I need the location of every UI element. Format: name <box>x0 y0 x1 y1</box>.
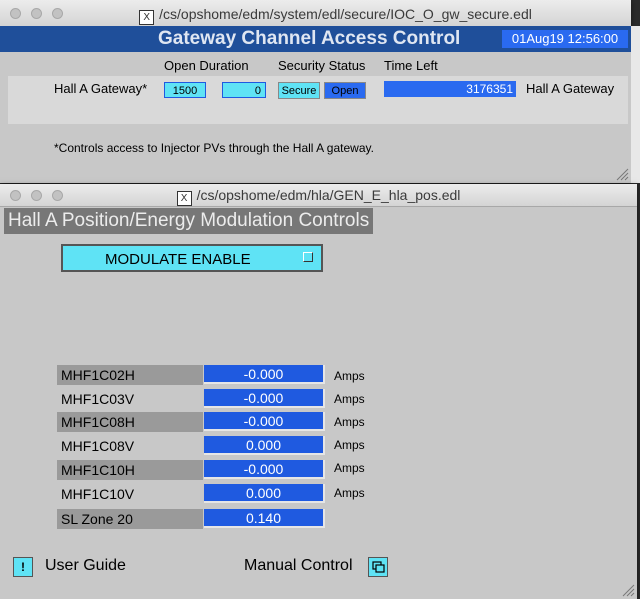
secure-button[interactable]: Secure <box>278 82 320 99</box>
pv-value-display: -0.000 <box>204 412 325 431</box>
security-status-header: Security Status <box>278 58 366 73</box>
modulation-window-titlebar[interactable]: X/cs/opshome/edm/hla/GEN_E_hla_pos.edl <box>0 184 637 207</box>
resize-grip-icon[interactable] <box>615 167 629 181</box>
pv-value-display: -0.000 <box>204 365 325 384</box>
gateway-footnote: *Controls access to Injector PVs through… <box>54 141 374 155</box>
gateway-header-title: Gateway Channel Access Control <box>158 28 461 49</box>
pv-unit-label: Amps <box>334 415 365 429</box>
pv-value-display: -0.000 <box>204 460 325 479</box>
pv-value-display: 0.000 <box>204 484 325 503</box>
open-window-icon <box>372 561 385 573</box>
pv-unit-label: Amps <box>334 438 365 452</box>
user-guide-label: User Guide <box>45 557 126 574</box>
pv-unit-label: Amps <box>334 369 365 383</box>
pv-name-label: MHF1C10V <box>61 486 135 502</box>
window-title: /cs/opshome/edm/system/edl/secure/IOC_O_… <box>159 6 532 22</box>
hall-a-gateway-right-label: Hall A Gateway <box>526 81 615 96</box>
time-left-header: Time Left <box>384 58 438 73</box>
pv-value-display: 0.140 <box>204 509 325 528</box>
modulate-enable-label: MODULATE ENABLE <box>105 251 251 268</box>
background-window-edge <box>631 26 640 183</box>
pv-name-label: MHF1C10H <box>57 460 203 480</box>
open-duration-input[interactable]: 1500 <box>164 82 206 98</box>
gateway-window-titlebar[interactable]: X/cs/opshome/edm/system/edl/secure/IOC_O… <box>0 0 631 27</box>
modulation-window: X/cs/opshome/edm/hla/GEN_E_hla_pos.edl H… <box>0 184 637 599</box>
pv-unit-label: Amps <box>334 392 365 406</box>
second-value-input[interactable]: 0 <box>222 82 266 98</box>
pv-unit-label: Amps <box>334 486 365 500</box>
window-title: /cs/opshome/edm/hla/GEN_E_hla_pos.edl <box>196 187 461 203</box>
hall-a-gateway-label: Hall A Gateway* <box>54 81 148 96</box>
modulate-enable-button[interactable]: MODULATE ENABLE <box>61 244 323 272</box>
gateway-window: X/cs/opshome/edm/system/edl/secure/IOC_O… <box>0 0 631 183</box>
pv-value-display: 0.000 <box>204 436 325 455</box>
time-left-display: 3176351 <box>384 81 516 97</box>
manual-control-label: Manual Control <box>244 557 353 574</box>
pv-name-label: MHF1C08H <box>57 412 203 432</box>
checkbox-icon <box>303 252 313 262</box>
open-button[interactable]: Open <box>324 82 366 99</box>
modulation-header: Hall A Position/Energy Modulation Contro… <box>4 208 374 234</box>
user-guide-button[interactable]: ! <box>13 557 33 577</box>
gateway-header-bar: Gateway Channel Access Control 01Aug19 1… <box>0 26 631 52</box>
pv-name-label: MHF1C03V <box>61 391 135 407</box>
x11-icon: X <box>139 10 155 25</box>
pv-name-label: SL Zone 20 <box>57 509 203 529</box>
manual-control-button[interactable] <box>368 557 388 577</box>
datetime-display: 01Aug19 12:56:00 <box>502 30 628 48</box>
pv-value-display: -0.000 <box>204 389 325 408</box>
pv-name-label: MHF1C02H <box>57 365 203 385</box>
open-duration-header: Open Duration <box>164 58 249 73</box>
pv-name-label: MHF1C08V <box>61 438 135 454</box>
x11-icon: X <box>176 191 192 206</box>
info-icon: ! <box>21 560 25 574</box>
pv-unit-label: Amps <box>334 461 365 475</box>
resize-grip-icon[interactable] <box>621 583 635 597</box>
close-window-button[interactable] <box>10 8 21 19</box>
